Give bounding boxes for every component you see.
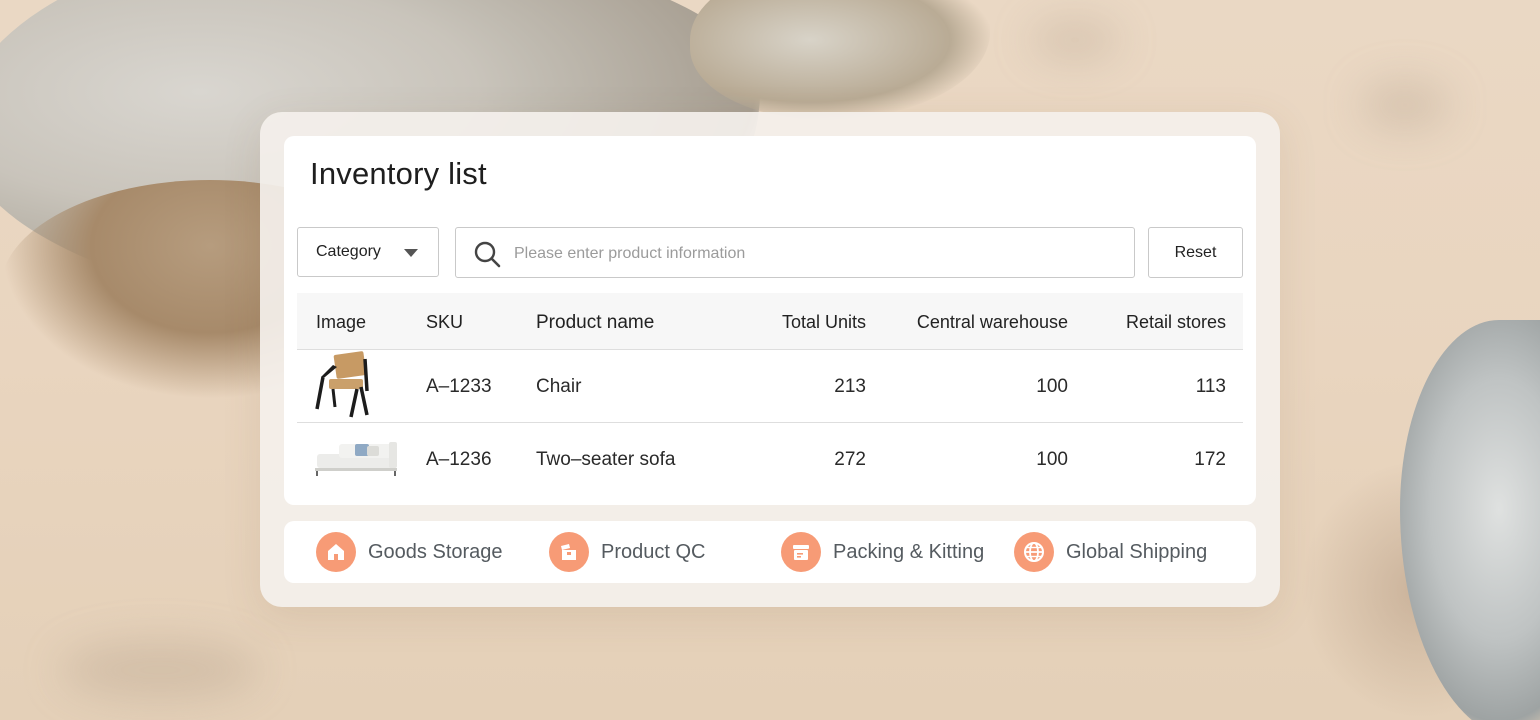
retail-stores-cell: 113: [1195, 376, 1226, 397]
total-units-cell: 272: [834, 449, 866, 470]
inventory-panel: Inventory list Category Reset Image SKU …: [260, 112, 1280, 607]
search-input[interactable]: [512, 238, 1116, 270]
globe-icon: [1014, 532, 1054, 572]
service-label: Goods Storage: [368, 540, 503, 563]
chevron-down-icon: [404, 249, 418, 257]
house-icon: [316, 532, 356, 572]
retail-stores-cell: 172: [1194, 449, 1226, 470]
search-icon: [474, 241, 501, 268]
rock-top-center: [690, 0, 990, 120]
reset-button[interactable]: Reset: [1148, 227, 1243, 278]
chair-image: [315, 351, 369, 418]
category-select[interactable]: Category: [297, 227, 439, 277]
sku-cell: A–1236: [426, 449, 492, 470]
product-name-cell: Chair: [536, 376, 582, 397]
service-global-shipping[interactable]: Global Shipping: [1014, 532, 1207, 572]
table-row[interactable]: A–1236 Two–seater sofa 272 100 172: [297, 423, 1243, 495]
category-select-label: Category: [316, 243, 381, 260]
sku-cell: A–1233: [426, 376, 492, 397]
services-bar: Goods Storage Product QC Packing & Kitti…: [284, 521, 1256, 583]
package-icon: [781, 532, 821, 572]
inventory-card: Inventory list Category Reset Image SKU …: [284, 136, 1256, 505]
blur-spot: [1360, 80, 1450, 130]
sofa-image: [315, 442, 397, 476]
column-header-image: Image: [316, 312, 367, 332]
total-units-cell: 213: [834, 376, 866, 397]
blur-spot: [60, 640, 260, 700]
box-icon: [549, 532, 589, 572]
search-box[interactable]: [455, 227, 1135, 278]
product-name-cell: Two–seater sofa: [536, 449, 676, 470]
column-header-central-warehouse: Central warehouse: [916, 312, 1068, 332]
service-label: Global Shipping: [1066, 540, 1208, 563]
blur-spot: [1030, 20, 1120, 60]
service-label: Packing & Kitting: [833, 540, 985, 563]
service-label: Product QC: [601, 540, 706, 563]
service-goods-storage[interactable]: Goods Storage: [316, 532, 503, 572]
table-row[interactable]: A–1233 Chair 213 100 113: [297, 350, 1243, 423]
table-header: Image SKU Product name Total Units Centr…: [297, 293, 1243, 350]
service-packing-kitting[interactable]: Packing & Kitting: [781, 532, 984, 572]
column-header-product-name: Product name: [536, 312, 655, 333]
page-title: Inventory list: [310, 156, 487, 191]
central-warehouse-cell: 100: [1036, 376, 1068, 397]
column-header-total-units: Total Units: [781, 312, 866, 332]
central-warehouse-cell: 100: [1036, 449, 1068, 470]
column-header-retail-stores: Retail stores: [1125, 312, 1226, 332]
service-product-qc[interactable]: Product QC: [549, 532, 705, 572]
column-header-sku: SKU: [426, 312, 464, 332]
